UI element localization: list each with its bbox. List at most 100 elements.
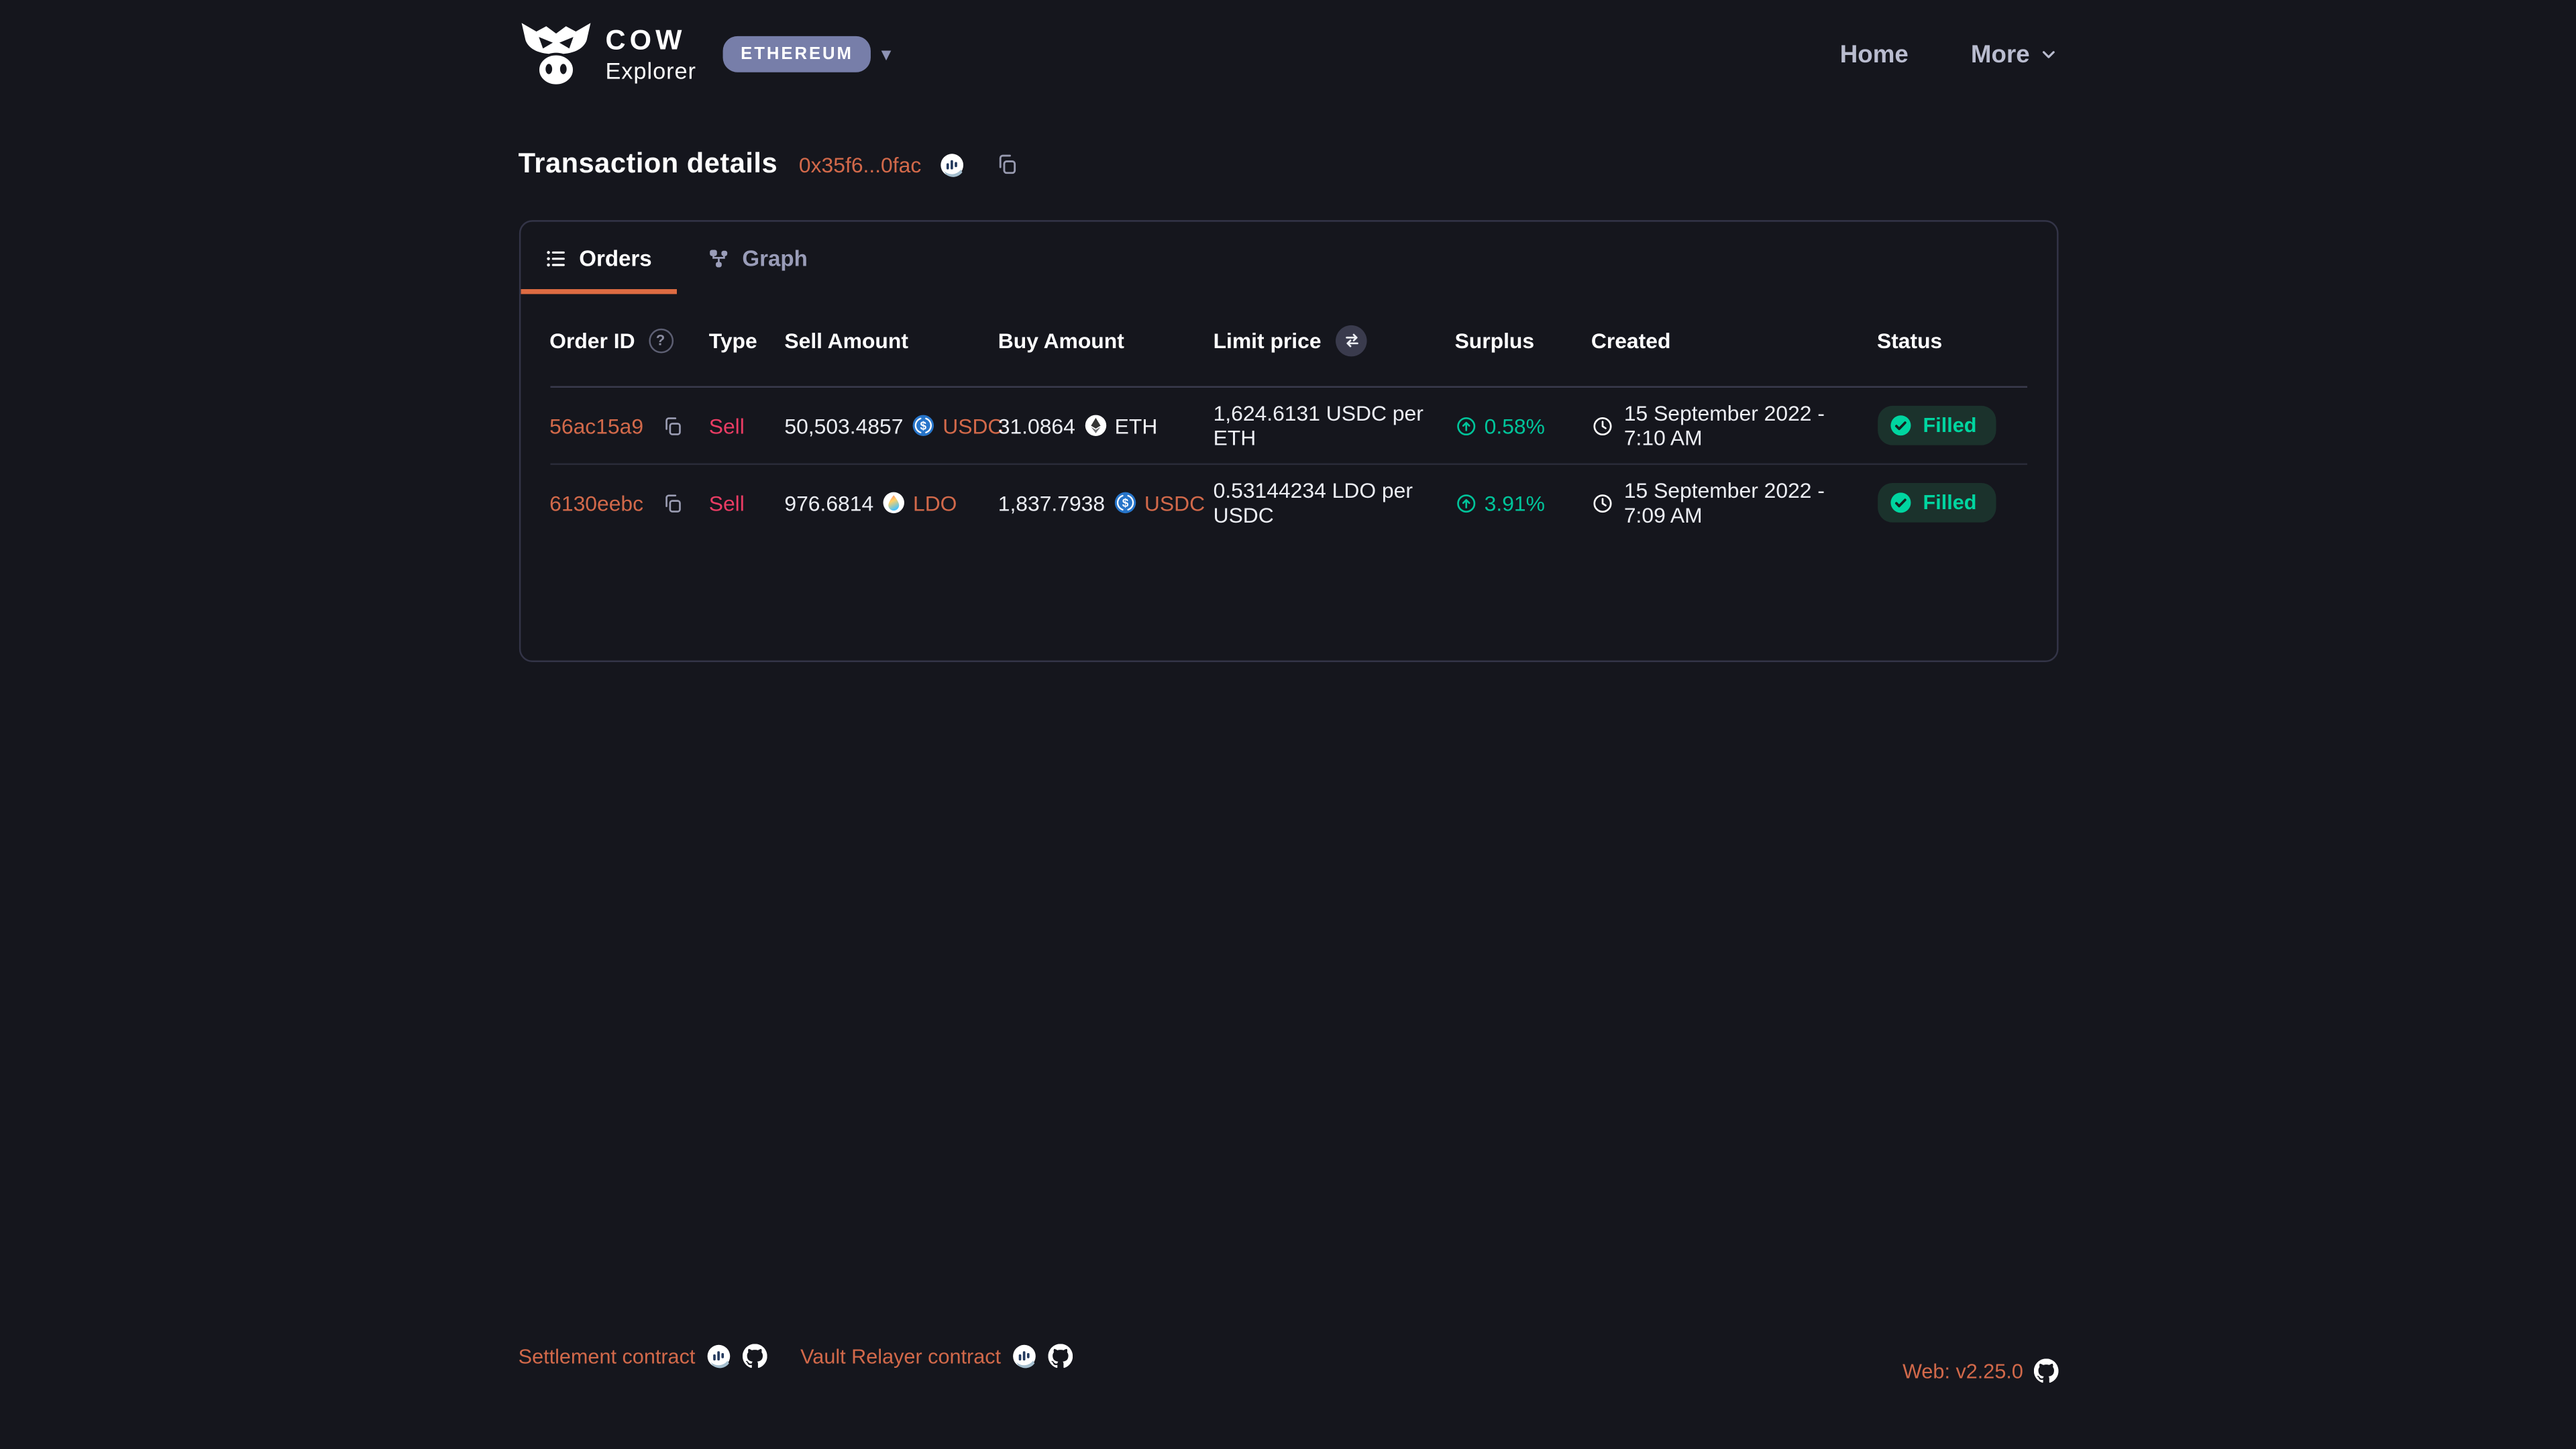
order-type: Sell <box>709 413 745 438</box>
cow-logo-icon <box>519 21 592 87</box>
col-surplus-label: Surplus <box>1455 328 1535 353</box>
tx-hash-link[interactable]: 0x35f6...0fac <box>799 152 921 177</box>
nav-more-label: More <box>1971 40 2030 68</box>
surplus-value: 0.58% <box>1485 413 1545 438</box>
settlement-contract-link[interactable]: Settlement contract <box>519 1344 696 1367</box>
buy-token-link[interactable]: USDC <box>1144 490 1205 515</box>
nav-more[interactable]: More <box>1971 40 2057 68</box>
vault-relayer-contract-link[interactable]: Vault Relayer contract <box>800 1344 1001 1367</box>
order-id-cell: 6130eebc <box>549 490 709 515</box>
col-buy-amount-label: Buy Amount <box>998 328 1124 353</box>
tab-orders-label: Orders <box>579 246 651 270</box>
buy-amount-cell: 31.0864 ETH <box>998 413 1214 438</box>
order-type: Sell <box>709 490 745 515</box>
vault-relayer-contract-group: Vault Relayer contract <box>800 1344 1073 1368</box>
created-cell: 15 September 2022 - 7:09 AM <box>1591 478 1877 527</box>
col-sell-amount-label: Sell Amount <box>784 328 908 353</box>
surplus-value: 3.91% <box>1485 490 1545 515</box>
col-surplus: Surplus <box>1455 328 1591 353</box>
created-date: 15 September 2022 - 7:09 AM <box>1624 478 1864 527</box>
tab-orders[interactable]: Orders <box>520 222 676 294</box>
sell-amount: 50,503.4857 <box>784 413 903 438</box>
copy-icon <box>995 153 1018 176</box>
usdc-icon <box>912 414 934 437</box>
network-badge[interactable]: ETHEREUM <box>722 36 871 72</box>
order-id-link[interactable]: 6130eebc <box>549 490 643 515</box>
copy-order-id-button[interactable] <box>661 415 683 436</box>
tab-graph[interactable]: Graph <box>683 222 832 294</box>
col-sell-amount: Sell Amount <box>784 328 998 353</box>
usdc-icon <box>1113 491 1136 514</box>
network-selector[interactable]: ETHEREUM ▾ <box>722 36 891 72</box>
help-icon[interactable]: ? <box>648 328 673 353</box>
order-type-cell: Sell <box>709 413 785 438</box>
col-limit-price-label: Limit price <box>1214 328 1322 353</box>
github-icon[interactable] <box>1049 1344 1073 1368</box>
etherscan-link[interactable] <box>939 152 964 177</box>
etherscan-icon[interactable] <box>1012 1344 1037 1368</box>
copy-icon <box>661 415 683 436</box>
logo-subtitle: Explorer <box>605 59 696 82</box>
col-order-id: Order ID ? <box>549 328 709 353</box>
ldo-icon <box>881 491 904 514</box>
col-created: Created <box>1591 328 1877 353</box>
nav-home-label: Home <box>1840 40 1909 68</box>
etherscan-icon <box>939 152 964 177</box>
created-cell: 15 September 2022 - 7:10 AM <box>1591 401 1877 450</box>
orders-table: Order ID ? Type Sell Amount Buy Amount L… <box>520 294 2056 540</box>
buy-amount: 1,837.7938 <box>998 490 1105 515</box>
sell-token-link[interactable]: LDO <box>913 490 957 515</box>
etherscan-icon[interactable] <box>707 1344 732 1368</box>
sell-amount-cell: 976.6814 LDO <box>784 490 998 515</box>
web-version-group: Web: v2.25.0 <box>1902 1358 2057 1383</box>
buy-token: ETH <box>1115 413 1158 438</box>
limit-price-cell: 0.53144234 LDO per USDC <box>1214 478 1455 527</box>
col-status-label: Status <box>1877 328 1942 353</box>
table-body: 56ac15a9 Sell 50,503.4857 USDC <box>549 388 2027 541</box>
buy-amount-cell: 1,837.7938 USDC <box>998 490 1214 515</box>
cow-explorer-logo[interactable]: COW Explorer <box>519 21 696 87</box>
copy-order-id-button[interactable] <box>661 492 683 513</box>
order-id-cell: 56ac15a9 <box>549 413 709 438</box>
chevron-down-icon <box>2038 44 2057 64</box>
eth-icon <box>1083 414 1106 437</box>
surplus-cell: 0.58% <box>1455 413 1591 438</box>
footer: Settlement contract Vault Relayer contra… <box>519 1344 2058 1383</box>
status-badge: Filled <box>1877 483 1996 523</box>
web-version-link[interactable]: Web: v2.25.0 <box>1902 1360 2023 1383</box>
col-limit-price: Limit price <box>1214 325 1455 356</box>
sell-token-link[interactable]: USDC <box>943 413 1003 438</box>
check-circle-icon <box>1888 491 1911 514</box>
github-icon[interactable] <box>2033 1358 2058 1383</box>
arrow-up-circle-icon <box>1455 415 1477 436</box>
orders-card: Orders Graph Order ID ? Type <box>519 220 2058 662</box>
created-date: 15 September 2022 - 7:10 AM <box>1624 401 1864 450</box>
github-icon[interactable] <box>743 1344 767 1368</box>
col-status: Status <box>1877 328 2027 353</box>
logo-title: COW <box>605 26 696 54</box>
order-id-link[interactable]: 56ac15a9 <box>549 413 643 438</box>
sell-amount: 976.6814 <box>784 490 873 515</box>
limit-price: 1,624.6131 USDC per ETH <box>1214 401 1442 450</box>
copy-tx-hash-button[interactable] <box>995 153 1018 176</box>
title-row: Transaction details 0x35f6...0fac <box>519 148 2058 180</box>
invert-price-button[interactable] <box>1336 325 1368 356</box>
col-created-label: Created <box>1591 328 1671 353</box>
limit-price: 0.53144234 LDO per USDC <box>1214 478 1442 527</box>
clock-icon <box>1591 492 1613 513</box>
nav-home[interactable]: Home <box>1840 40 1909 68</box>
status-label: Filled <box>1923 414 1977 437</box>
arrow-up-circle-icon <box>1455 492 1477 513</box>
status-label: Filled <box>1923 491 1977 514</box>
status-cell: Filled <box>1877 406 2027 445</box>
col-buy-amount: Buy Amount <box>998 328 1214 353</box>
table-header-row: Order ID ? Type Sell Amount Buy Amount L… <box>549 294 2027 388</box>
clock-icon <box>1591 415 1613 436</box>
buy-amount: 31.0864 <box>998 413 1075 438</box>
graph-icon <box>708 248 729 269</box>
surplus-cell: 3.91% <box>1455 490 1591 515</box>
check-circle-icon <box>1888 414 1911 437</box>
table-row: 56ac15a9 Sell 50,503.4857 USDC <box>549 388 2027 465</box>
copy-icon <box>661 492 683 513</box>
tab-graph-label: Graph <box>742 246 807 270</box>
